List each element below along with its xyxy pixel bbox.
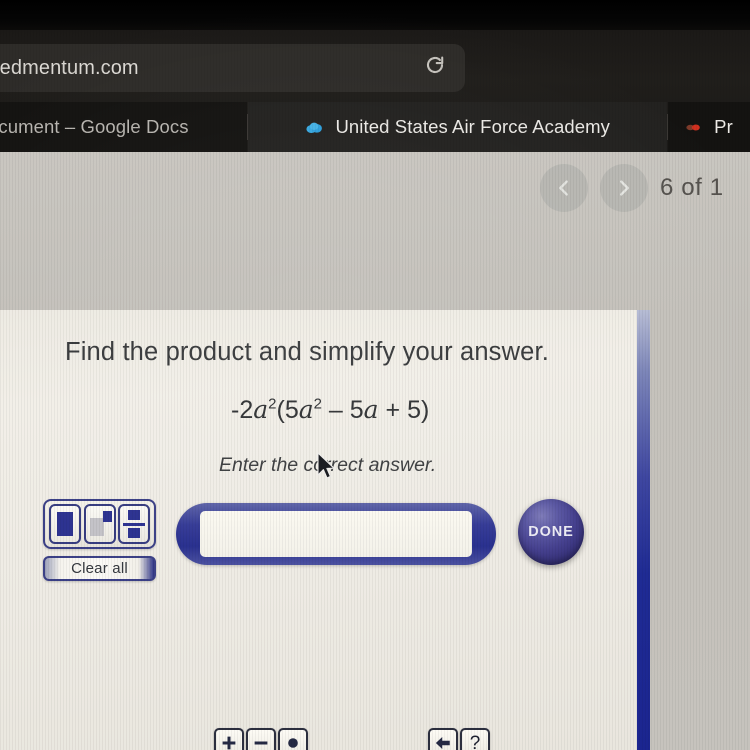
expr-term1-coefficient: 5 <box>284 396 299 424</box>
tab-label: Pr <box>714 116 733 137</box>
question-counter: 6 of 1 <box>660 174 724 201</box>
chevron-left-icon <box>559 180 568 196</box>
instruction-text: Enter the correct answer. <box>219 454 437 476</box>
minus-button[interactable] <box>246 728 276 750</box>
card-scrollbar[interactable] <box>637 310 650 750</box>
done-label: DONE <box>528 524 574 540</box>
expr-var-3: a <box>363 395 379 424</box>
minus-icon <box>254 741 268 745</box>
question-title: Find the product and simplify your answe… <box>65 338 549 366</box>
math-template-palette <box>43 499 156 549</box>
math-expression: -2a2(5a2 – 5a + 5) <box>231 395 429 425</box>
plus-icon <box>222 736 236 750</box>
address-bar[interactable]: .edmentum.com <box>0 44 465 92</box>
chevron-right-icon <box>620 180 629 196</box>
tab-label: ocument – Google Docs <box>0 116 189 137</box>
tab-third-partial[interactable]: Pr <box>668 102 750 152</box>
help-button[interactable]: ? <box>460 728 490 750</box>
decimal-point-icon <box>288 738 298 748</box>
plus-button[interactable] <box>214 728 244 750</box>
expr-coefficient: -2 <box>231 396 254 424</box>
exponent-superscript-glyph-icon <box>102 511 112 522</box>
exponent-template-button[interactable] <box>83 504 116 544</box>
tab-strip: ocument – Google Docs United States Air … <box>0 102 750 152</box>
tab-label: United States Air Force Academy <box>335 116 611 137</box>
reload-icon[interactable] <box>423 54 447 83</box>
expr-term3-constant: 5 <box>407 396 421 424</box>
decimal-point-button[interactable] <box>278 728 308 750</box>
clear-all-button[interactable]: Clear all <box>43 556 156 581</box>
web-page: 6 of 1 Find the product and simplify you… <box>0 152 750 750</box>
expr-term2-coefficient: 5 <box>349 396 364 424</box>
address-bar-text: .edmentum.com <box>0 56 139 79</box>
tab-air-force-academy[interactable]: United States Air Force Academy <box>248 102 668 152</box>
help-icon: ? <box>469 732 481 750</box>
operator-buttons-left <box>214 728 310 750</box>
expr-minus-operator: – <box>321 396 350 424</box>
box-glyph-icon <box>57 512 73 536</box>
done-button[interactable]: DONE <box>518 499 584 565</box>
cloud-icon <box>306 122 323 133</box>
fraction-bar-glyph-icon <box>123 523 145 526</box>
screen-photo: .edmentum.com ocument – Google Docs Unit… <box>0 0 750 750</box>
operator-buttons-right: ? <box>428 728 492 750</box>
tab-google-docs[interactable]: ocument – Google Docs <box>0 102 248 152</box>
expr-close-paren: ) <box>420 396 430 424</box>
expr-open-paren: ( <box>276 396 285 424</box>
answer-input-surface[interactable] <box>200 511 472 557</box>
box-template-button[interactable] <box>49 504 81 544</box>
expr-exponent-2: 2 <box>313 395 322 413</box>
expr-var-2: a <box>298 395 314 424</box>
fraction-numerator-glyph-icon <box>128 510 140 520</box>
next-question-button[interactable] <box>600 164 648 212</box>
pager: 6 of 1 <box>540 164 724 212</box>
fraction-denominator-glyph-icon <box>128 528 140 538</box>
expr-var-1: a <box>253 395 269 424</box>
previous-question-button[interactable] <box>540 164 588 212</box>
answer-input-field[interactable] <box>176 503 496 565</box>
exponent-base-glyph-icon <box>89 518 104 536</box>
clear-all-label: Clear all <box>71 560 128 577</box>
backspace-icon <box>435 737 450 749</box>
backspace-button[interactable] <box>428 728 458 750</box>
expr-plus-operator: + <box>378 396 408 424</box>
red-dot-icon <box>686 123 700 131</box>
browser-chrome: .edmentum.com ocument – Google Docs Unit… <box>0 30 750 152</box>
fraction-template-button[interactable] <box>118 504 150 544</box>
monitor-bezel <box>0 0 750 30</box>
